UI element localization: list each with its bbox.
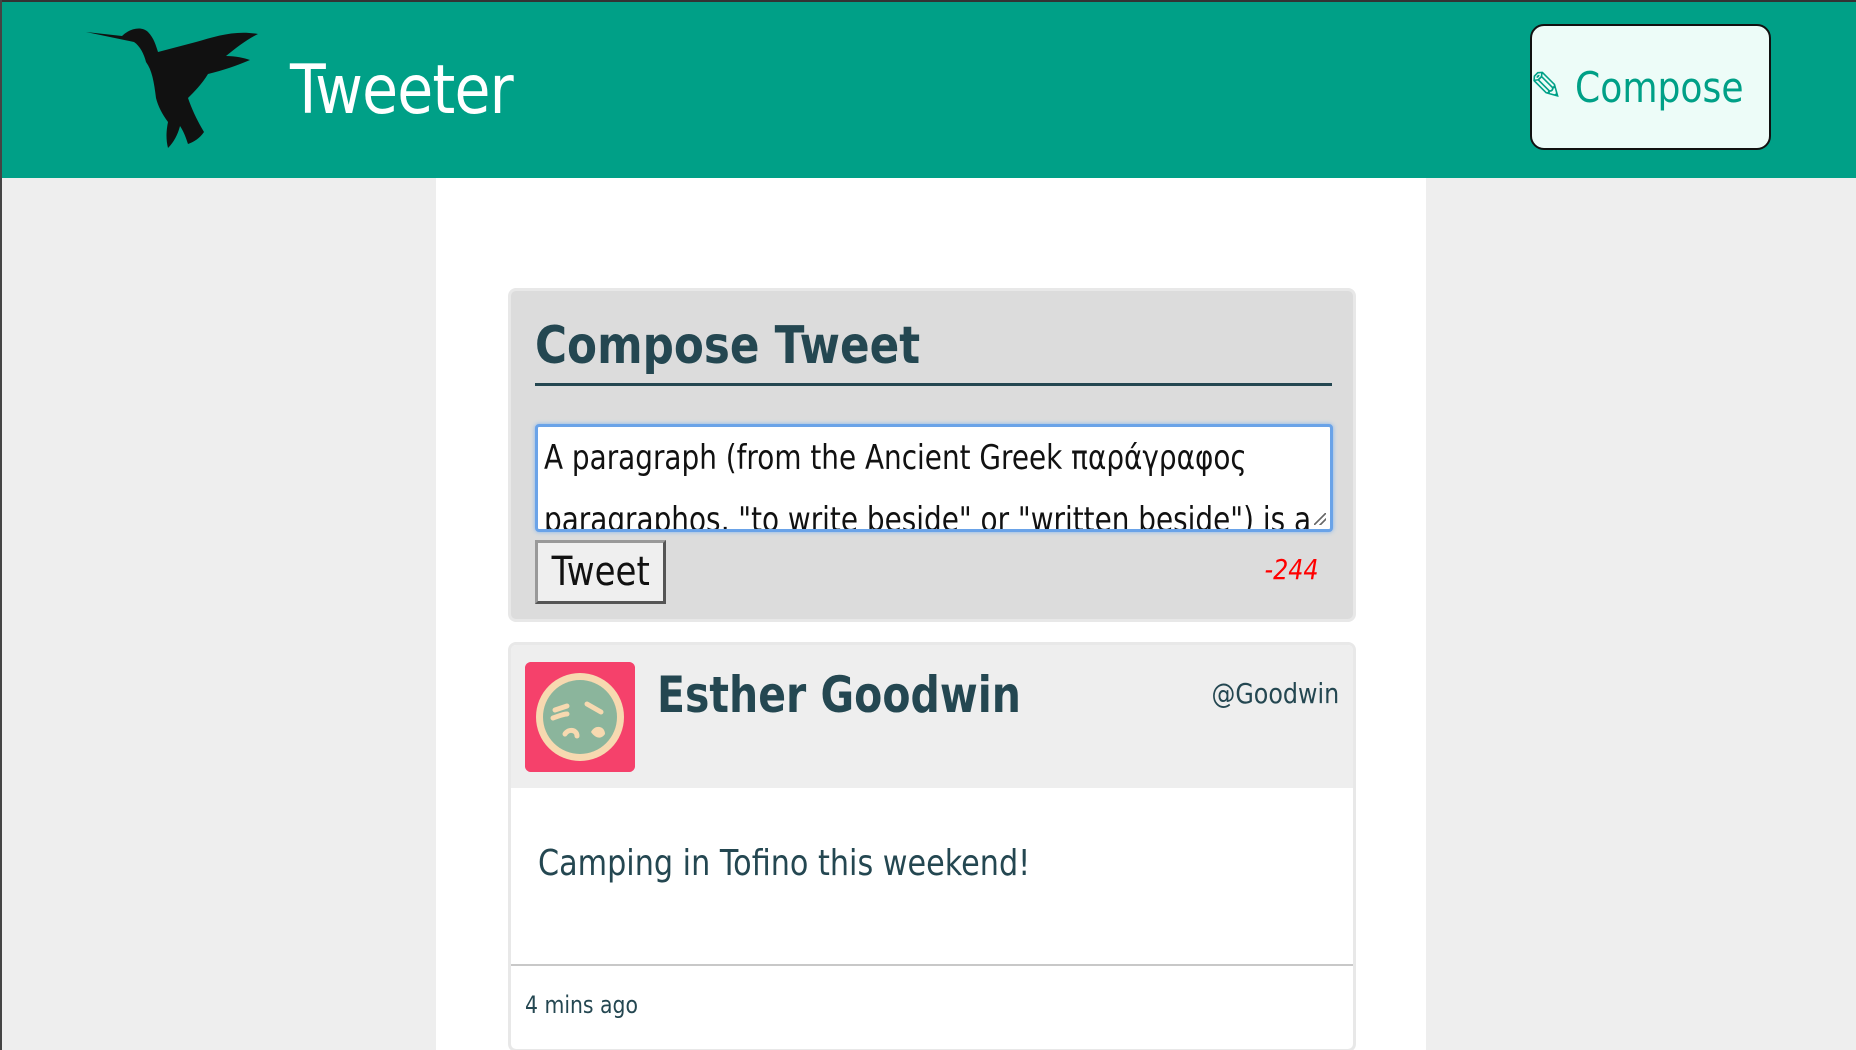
hummingbird-icon <box>86 28 258 148</box>
tweet-author-name: Esther Goodwin <box>657 666 1021 724</box>
character-counter: -244 <box>1264 553 1319 586</box>
tweet-footer-divider <box>511 964 1353 966</box>
avatar <box>525 662 635 772</box>
compose-heading: Compose Tweet <box>535 316 921 376</box>
page: Tweeter ✎ Compose Compose Tweet A paragr… <box>0 0 1856 1050</box>
heading-divider <box>535 383 1332 386</box>
tweet-content: Camping in Tofino this weekend! <box>538 843 1031 884</box>
pencil-icon: ✎ <box>1529 65 1564 109</box>
tweet-timestamp: 4 mins ago <box>525 991 638 1019</box>
compose-button-label: Compose <box>1575 62 1744 112</box>
compose-tweet-section: Compose Tweet A paragraph (from the Anci… <box>508 288 1356 622</box>
app-title: Tweeter <box>290 51 514 130</box>
tweet-author-handle: @Goodwin <box>1211 677 1339 710</box>
resize-handle-icon[interactable] <box>1314 513 1326 525</box>
tweet-submit-label: Tweet <box>551 549 650 595</box>
top-nav-bar: Tweeter ✎ Compose <box>2 0 1856 178</box>
main-container: Compose Tweet A paragraph (from the Anci… <box>436 178 1426 1050</box>
tweet-header: Esther Goodwin @Goodwin <box>511 645 1353 788</box>
tweet-textarea[interactable]: A paragraph (from the Ancient Greek παρά… <box>535 424 1333 532</box>
tweet-submit-button[interactable]: Tweet <box>535 540 666 604</box>
tweet-card: Esther Goodwin @Goodwin Camping in Tofin… <box>508 642 1356 1050</box>
tweet-textarea-value: A paragraph (from the Ancient Greek παρά… <box>544 438 1312 532</box>
compose-toggle-button[interactable]: ✎ Compose <box>1530 24 1771 150</box>
